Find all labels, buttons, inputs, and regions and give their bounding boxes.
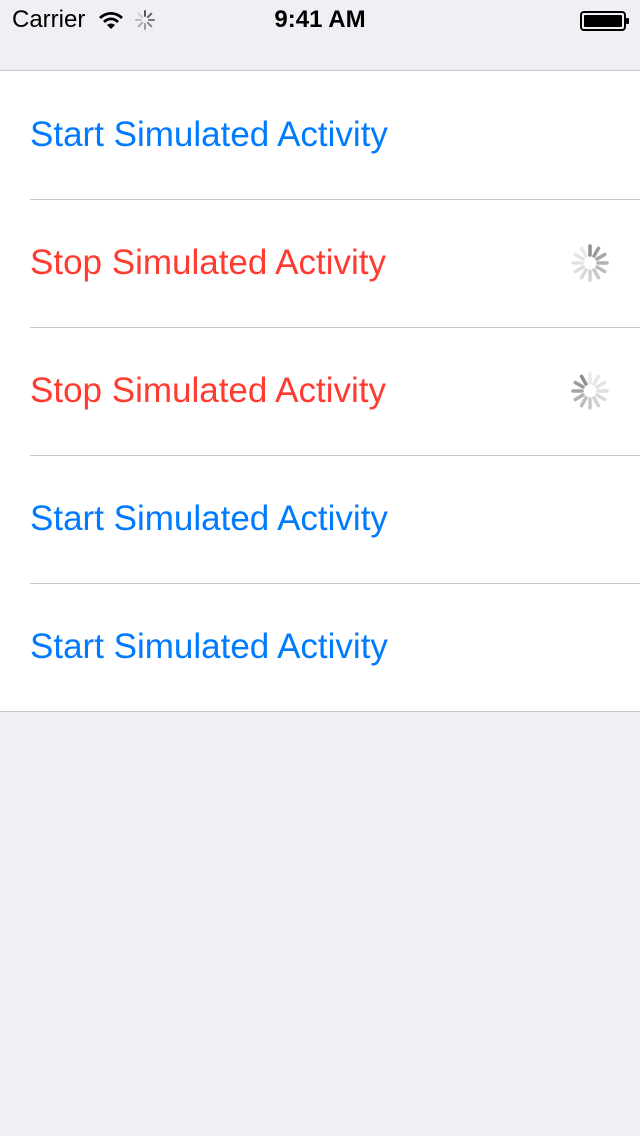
table-row[interactable]: Stop Simulated Activity: [0, 199, 640, 327]
table-row[interactable]: Start Simulated Activity: [0, 583, 640, 711]
stop-activity-button[interactable]: Stop Simulated Activity: [30, 243, 386, 283]
table-row[interactable]: Start Simulated Activity: [0, 71, 640, 199]
start-activity-button[interactable]: Start Simulated Activity: [30, 115, 388, 155]
status-bar: Carrier 9:41 AM: [0, 0, 640, 40]
start-activity-button[interactable]: Start Simulated Activity: [30, 627, 388, 667]
table-row[interactable]: Start Simulated Activity: [0, 455, 640, 583]
activity-spinner-icon: [571, 372, 609, 410]
activity-table: Start Simulated Activity Stop Simulated …: [0, 70, 640, 712]
activity-spinner-icon: [571, 244, 609, 282]
status-time: 9:41 AM: [274, 6, 366, 33]
battery-icon: [580, 11, 629, 31]
stop-activity-button[interactable]: Stop Simulated Activity: [30, 371, 386, 411]
start-activity-button[interactable]: Start Simulated Activity: [30, 499, 388, 539]
table-row[interactable]: Stop Simulated Activity: [0, 327, 640, 455]
